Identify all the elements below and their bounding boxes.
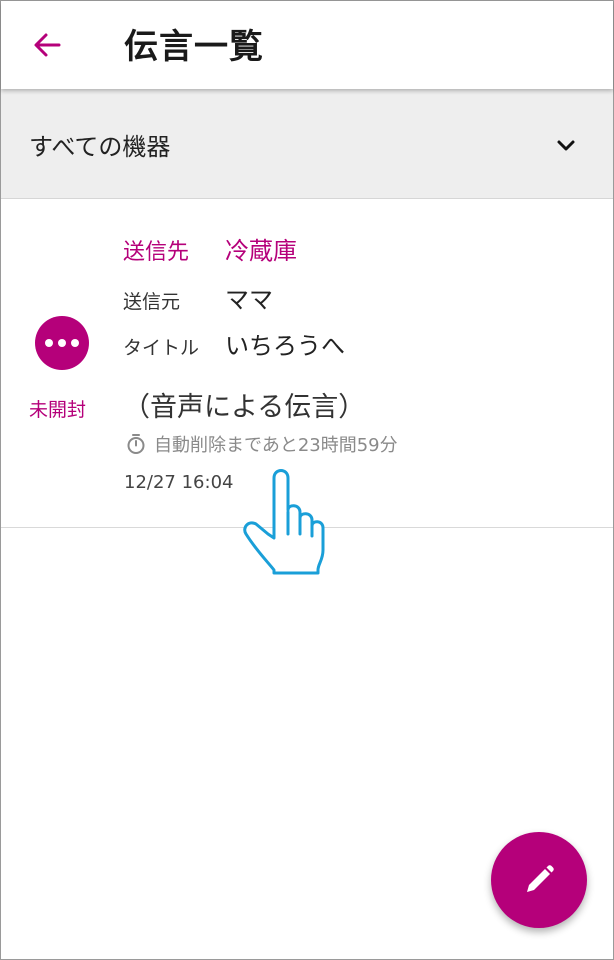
message-item[interactable]: 未開封 送信先 冷蔵庫 送信元 ママ タイトル いちろうへ （音声による伝言） 自動削… bbox=[1, 199, 613, 528]
more-dots-icon bbox=[35, 316, 89, 370]
message-title-label: タイトル bbox=[123, 337, 200, 359]
pencil-icon bbox=[527, 865, 554, 892]
sender-label: 送信元 bbox=[123, 291, 181, 313]
recipient-row: 送信先 冷蔵庫 bbox=[123, 231, 297, 266]
device-filter-dropdown[interactable]: すべての機器 bbox=[1, 89, 613, 199]
chevron-down-icon bbox=[557, 140, 575, 151]
device-filter-label: すべての機器 bbox=[29, 133, 171, 161]
title-row: タイトル いちろうへ bbox=[123, 326, 345, 361]
recipient-value: 冷蔵庫 bbox=[225, 237, 297, 265]
message-datetime: 12/27 16:04 bbox=[124, 472, 234, 493]
compose-message-button[interactable] bbox=[491, 832, 587, 928]
message-content: （音声による伝言） bbox=[123, 392, 366, 423]
arrow-left-icon bbox=[34, 33, 61, 57]
sender-row: 送信元 ママ bbox=[123, 280, 273, 315]
back-button[interactable] bbox=[25, 23, 69, 67]
auto-delete-text: 自動削除まであと23時間59分 bbox=[154, 435, 398, 456]
recipient-label: 送信先 bbox=[123, 240, 190, 265]
app-bar: 伝言一覧 bbox=[1, 1, 613, 89]
auto-delete-info: 自動削除まであと23時間59分 bbox=[126, 431, 398, 457]
unread-status-label: 未開封 bbox=[29, 399, 87, 421]
message-title-value: いちろうへ bbox=[225, 332, 345, 360]
sender-value: ママ bbox=[225, 286, 273, 314]
timer-icon bbox=[127, 434, 145, 454]
page-title: 伝言一覧 bbox=[124, 27, 264, 67]
